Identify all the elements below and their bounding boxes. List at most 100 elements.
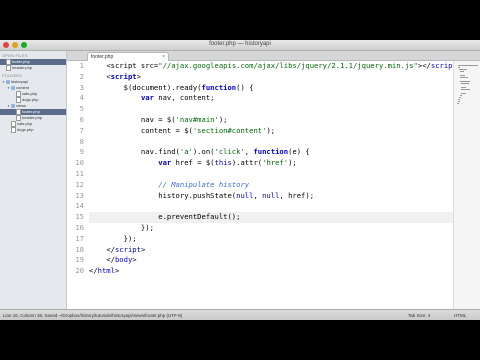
line-number: 2 — [79, 71, 84, 81]
code-token: </ — [89, 266, 98, 276]
tab-footer-php[interactable]: footer.php × — [87, 52, 169, 61]
code-line[interactable]: e.preventDefault(); — [89, 212, 454, 223]
minimap-line — [461, 83, 469, 84]
status-syntax[interactable]: HTML — [454, 310, 466, 320]
code-token: > — [132, 255, 137, 265]
minimap-line — [458, 67, 460, 68]
code-line[interactable]: $(document).ready(function() { — [89, 83, 454, 94]
line-number: 19 — [75, 255, 84, 265]
minimap-line — [458, 99, 461, 100]
code-line[interactable]: }); — [89, 234, 454, 245]
minimap-line — [460, 75, 465, 76]
minimap[interactable] — [453, 61, 480, 309]
code-token: var — [140, 93, 154, 103]
code-line[interactable] — [89, 201, 454, 212]
code-token: html — [97, 266, 115, 276]
code-line[interactable]: }); — [89, 223, 454, 234]
window-title: footer.php — historyapi — [209, 41, 271, 47]
code-token: src= — [136, 61, 159, 70]
code-area[interactable]: <script src="//ajax.googleapis.com/ajax/… — [89, 61, 461, 277]
minimap-line — [460, 71, 465, 72]
code-token: ></ — [417, 61, 431, 70]
code-token: 'a' — [179, 147, 193, 157]
open-files-header: OPEN FILES — [2, 53, 28, 58]
code-line[interactable]: var nav, content; — [89, 93, 454, 104]
code-token: ).on( — [192, 147, 215, 157]
code-editor[interactable]: 1 2 3 4 5 6 7 8 9 10 11 12 13 14 15 16 17 18 19 20 <script … — [67, 61, 461, 309]
minimap-line — [460, 81, 470, 82]
code-line[interactable] — [89, 104, 454, 115]
code-token: href = $( — [171, 158, 215, 168]
sidebar-file[interactable]: dogs.php — [0, 127, 66, 133]
code-token: e.preventDefault(); — [89, 212, 241, 222]
minimap-line — [458, 101, 460, 102]
code-token: function — [253, 147, 289, 157]
code-token: > — [114, 266, 120, 276]
code-line[interactable]: content = $('section#content'); — [89, 126, 454, 137]
status-bar: Line 15, Column 36; Saved ~/Dropbox/hist… — [0, 309, 480, 320]
code-token: nav.find( — [89, 147, 180, 157]
code-token: null — [236, 190, 254, 200]
code-line[interactable] — [89, 169, 454, 180]
code-token: ); — [266, 125, 276, 135]
code-token: }); — [89, 233, 137, 243]
code-token: content = $( — [89, 125, 193, 135]
code-token: > — [136, 71, 141, 81]
file-icon — [11, 127, 16, 133]
line-number: 17 — [75, 233, 84, 243]
code-token: </ — [89, 255, 115, 265]
line-number: 14 — [75, 201, 84, 211]
code-line[interactable]: <script src="//ajax.googleapis.com/ajax/… — [89, 61, 461, 72]
code-token: (e) { — [288, 147, 310, 157]
code-line[interactable] — [89, 137, 454, 148]
code-line[interactable]: </script> — [89, 245, 454, 256]
minimap-line — [459, 97, 461, 98]
line-number: 6 — [79, 114, 84, 124]
line-number: 16 — [75, 222, 84, 232]
editor-window: footer.php — historyapi OPEN FILES foote… — [0, 40, 480, 320]
line-number: 10 — [75, 158, 84, 168]
close-tab-icon[interactable]: × — [162, 53, 165, 61]
code-line[interactable]: </body> — [89, 255, 454, 266]
folder-icon — [11, 86, 15, 90]
line-number: 3 — [79, 82, 84, 92]
status-tab-size[interactable]: Tab Size: 4 — [408, 310, 430, 320]
minimap-line — [461, 89, 470, 90]
code-line[interactable]: </html> — [89, 266, 454, 277]
folder-icon — [6, 80, 10, 84]
open-files-list: footer.php header.php — [0, 59, 66, 71]
line-number: 18 — [75, 244, 84, 254]
code-token: nav, content; — [153, 93, 215, 103]
code-line[interactable]: // Manipulate history — [89, 180, 454, 191]
tab-bar: footer.php × — [67, 51, 480, 61]
code-token: </ — [89, 244, 115, 254]
code-token: script — [110, 71, 137, 81]
folders-header: FOLDERS — [2, 73, 23, 78]
code-token: ).attr( — [231, 158, 263, 168]
minimap-line — [459, 69, 467, 70]
code-line[interactable]: var href = $(this).attr('href'); — [89, 158, 454, 169]
code-token: null — [262, 190, 280, 200]
code-line[interactable]: nav = $('nav#main'); — [89, 115, 454, 126]
code-line[interactable]: nav.find('a').on('click', function(e) { — [89, 147, 454, 158]
code-token: ); — [288, 158, 297, 168]
code-token: ); — [218, 114, 228, 124]
sidebar-item-label: header.php — [12, 65, 33, 70]
code-token: this — [214, 158, 232, 168]
line-number-gutter: 1 2 3 4 5 6 7 8 9 10 11 12 13 14 15 16 17 18 19 20 — [67, 61, 86, 309]
file-icon — [6, 65, 11, 71]
line-number: 20 — [75, 266, 84, 276]
code-token: > — [140, 244, 146, 254]
code-line[interactable]: history.pushState(null, null, href); — [89, 191, 454, 202]
minimap-line — [460, 95, 462, 96]
line-number: 15 — [75, 212, 84, 222]
code-token: , — [253, 190, 263, 200]
code-token: body — [114, 255, 133, 265]
line-number: 8 — [79, 136, 84, 146]
code-line[interactable]: <script> — [89, 72, 454, 83]
code-token: 'nav#main' — [175, 114, 219, 124]
